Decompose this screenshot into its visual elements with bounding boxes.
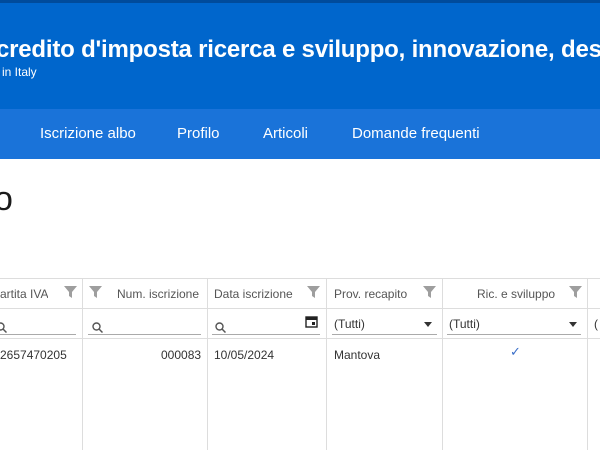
column-header-num-iscrizione[interactable]: Num. iscrizione bbox=[117, 287, 199, 301]
select-prov-recapito[interactable]: (Tutti) bbox=[334, 317, 365, 331]
column-header-ric-sviluppo[interactable]: Ric. e sviluppo bbox=[477, 287, 555, 301]
select-underline bbox=[332, 334, 437, 335]
site-header: credito d'imposta ricerca e sviluppo, in… bbox=[0, 3, 600, 109]
search-icon bbox=[0, 322, 7, 333]
data-grid: artita IVA 2657470205 Num. iscrizione 00… bbox=[0, 278, 600, 450]
date-filter-input[interactable] bbox=[212, 334, 320, 335]
dropdown-caret-icon[interactable] bbox=[424, 322, 432, 327]
cell-num-iscrizione: 000083 bbox=[161, 348, 202, 362]
search-input-num-iscrizione[interactable] bbox=[88, 334, 201, 335]
search-input-partita-iva[interactable] bbox=[0, 334, 76, 335]
calendar-icon[interactable] bbox=[305, 315, 318, 328]
nav-item-profilo[interactable]: Profilo bbox=[177, 125, 220, 142]
column-divider bbox=[82, 278, 83, 450]
nav-item-domande-frequenti[interactable]: Domande frequenti bbox=[352, 125, 480, 142]
search-icon bbox=[215, 322, 226, 333]
column-header-prov-recapito[interactable]: Prov. recapito bbox=[334, 287, 407, 301]
filter-icon[interactable] bbox=[64, 286, 77, 299]
filter-icon[interactable] bbox=[423, 286, 436, 299]
select-ric-sviluppo[interactable]: (Tutti) bbox=[449, 317, 480, 331]
column-header-partita-iva[interactable]: artita IVA bbox=[0, 287, 48, 301]
column-divider bbox=[207, 278, 208, 450]
site-subtitle: in Italy bbox=[2, 65, 37, 79]
nav-item-articoli[interactable]: Articoli bbox=[263, 125, 308, 142]
nav-item-iscrizione-albo[interactable]: Iscrizione albo bbox=[40, 125, 136, 142]
column-header-data-iscrizione[interactable]: Data iscrizione bbox=[214, 287, 293, 301]
main-navigation: Iscrizione albo Profilo Articoli Domande… bbox=[0, 109, 600, 159]
checkmark-icon: ✓ bbox=[510, 344, 521, 359]
column-divider bbox=[587, 278, 588, 450]
select-next-column[interactable]: ( bbox=[594, 317, 598, 331]
page-title: o bbox=[0, 180, 13, 218]
select-underline bbox=[447, 334, 581, 335]
cell-prov-recapito: Mantova bbox=[334, 348, 381, 362]
cell-data-iscrizione: 10/05/2024 bbox=[214, 348, 275, 362]
dropdown-caret-icon[interactable] bbox=[569, 322, 577, 327]
filter-icon[interactable] bbox=[89, 286, 102, 299]
search-icon bbox=[92, 322, 103, 333]
cell-partita-iva: 2657470205 bbox=[0, 348, 67, 362]
column-divider bbox=[326, 278, 327, 450]
filter-icon[interactable] bbox=[307, 286, 320, 299]
site-title: credito d'imposta ricerca e sviluppo, in… bbox=[0, 36, 600, 63]
filter-icon[interactable] bbox=[569, 286, 582, 299]
column-divider bbox=[442, 278, 443, 450]
